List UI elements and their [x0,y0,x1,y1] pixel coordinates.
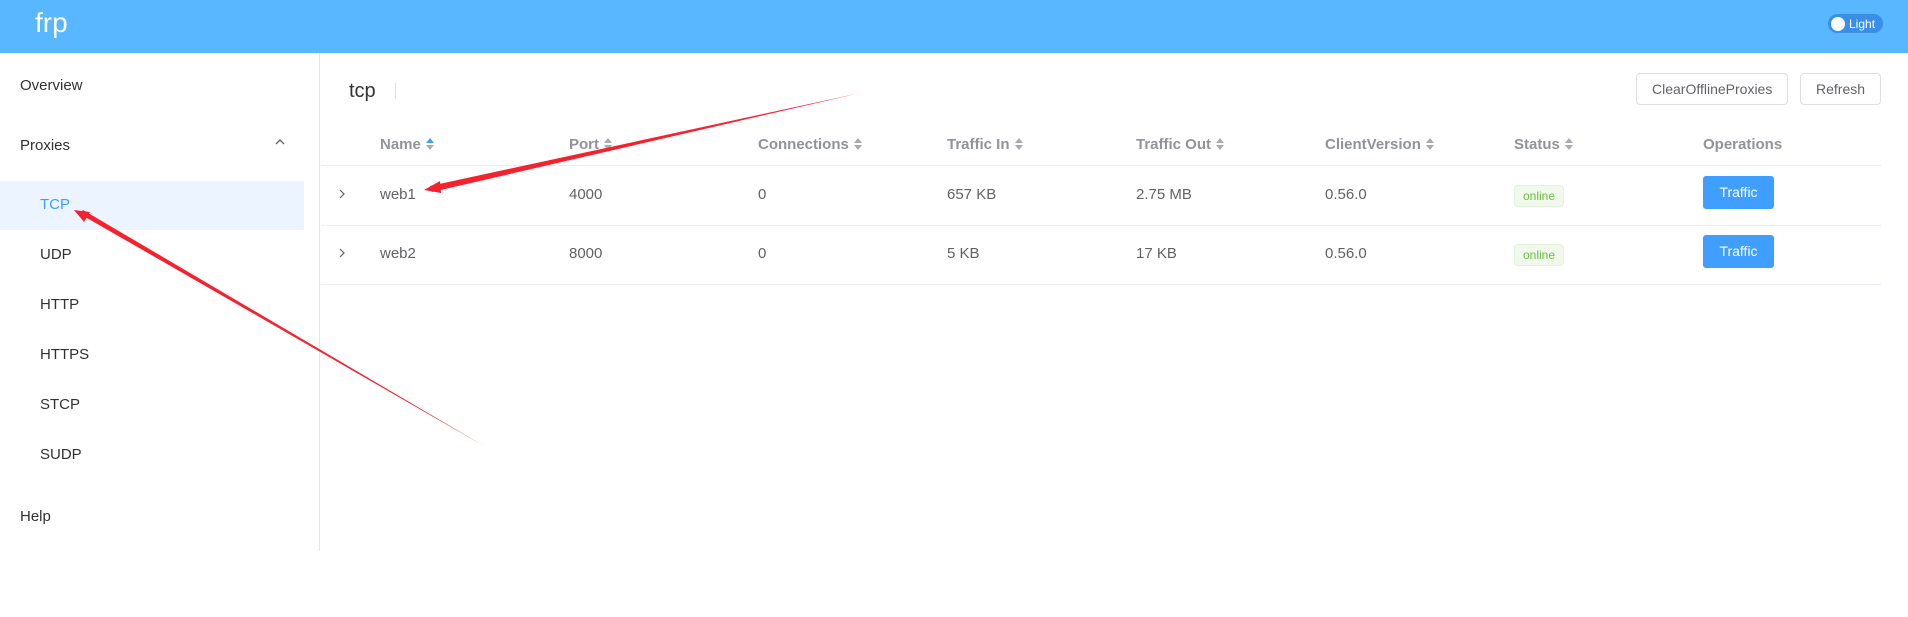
status-badge: online [1514,244,1565,266]
cell-name: web2 [380,245,416,262]
sort-caret-icon[interactable] [1425,137,1435,151]
cell-traffic-out: 2.75 MB [1136,186,1192,203]
sort-caret-icon[interactable] [1564,137,1574,151]
table-row[interactable]: web2 8000 0 5 KB 17 KB 0.56.0 online Tra… [321,225,1881,284]
status-badge: online [1514,185,1565,207]
sidebar-item-proxies[interactable]: Proxies [20,136,70,156]
sidebar-item-label: TCP [40,196,70,213]
sidebar-item-label: HTTPS [40,346,90,363]
sort-caret-icon[interactable] [1014,137,1024,151]
theme-toggle[interactable]: Light [1828,14,1883,33]
table-row[interactable]: web1 4000 0 657 KB 2.75 MB 0.56.0 online… [321,166,1881,225]
sidebar-item-sudp[interactable]: SUDP [0,431,304,480]
column-label: Port [569,136,599,153]
theme-toggle-knob [1831,17,1845,31]
sidebar-item-label: STCP [40,396,81,413]
clear-offline-proxies-button[interactable]: ClearOfflineProxies [1636,73,1788,105]
column-header-operations: Operations [1703,135,1782,155]
column-label: ClientVersion [1325,136,1421,153]
cell-traffic-in: 657 KB [947,186,997,203]
cell-connections: 0 [758,245,767,262]
chevron-right-icon[interactable] [336,247,348,259]
cell-port: 8000 [569,245,603,262]
chevron-up-icon[interactable] [273,135,287,149]
column-label: Status [1514,136,1560,153]
column-label: Traffic In [947,136,1010,153]
column-label: Name [380,136,421,153]
column-header-client-version[interactable]: ClientVersion [1325,135,1435,155]
cell-port: 4000 [569,186,603,203]
cell-traffic-in: 5 KB [947,245,980,262]
sidebar-item-help[interactable]: Help [20,507,51,527]
sidebar-item-tcp[interactable]: TCP [0,181,304,230]
sidebar-item-label: SUDP [40,446,82,463]
column-header-connections[interactable]: Connections [758,135,863,155]
sidebar-item-udp[interactable]: UDP [0,231,304,280]
column-label: Operations [1703,136,1783,153]
refresh-button[interactable]: Refresh [1800,73,1881,105]
title-divider [395,83,396,99]
cell-client-version: 0.56.0 [1325,186,1367,203]
sidebar-item-label: UDP [40,246,72,263]
sidebar-item-stcp[interactable]: STCP [0,381,304,430]
sort-caret-icon[interactable] [853,137,863,151]
table-divider [321,284,1881,285]
sort-caret-icon[interactable] [603,137,613,151]
column-header-status[interactable]: Status [1514,135,1574,155]
app-logo[interactable]: frp [35,6,68,40]
column-header-port[interactable]: Port [569,135,613,155]
column-label: Traffic Out [1136,136,1212,153]
top-header: frp Light [0,0,1908,53]
cell-traffic-out: 17 KB [1136,245,1177,262]
page-title: tcp [349,80,376,102]
cell-client-version: 0.56.0 [1325,245,1367,262]
column-label: Connections [758,136,849,153]
traffic-button[interactable]: Traffic [1703,176,1774,209]
chevron-right-icon[interactable] [336,188,348,200]
cell-connections: 0 [758,186,767,203]
sort-caret-icon[interactable] [1215,137,1225,151]
sidebar-item-http[interactable]: HTTP [0,281,304,330]
sidebar-item-overview[interactable]: Overview [20,76,83,96]
column-header-traffic-out[interactable]: Traffic Out [1136,135,1225,155]
sidebar-item-https[interactable]: HTTPS [0,331,304,380]
sidebar: Overview Proxies TCP UDP HTTP HTTPS STCP… [0,53,320,551]
sidebar-item-label: HTTP [40,296,80,313]
traffic-button[interactable]: Traffic [1703,235,1774,268]
column-header-name[interactable]: Name [380,135,435,155]
cell-name: web1 [380,186,416,203]
theme-toggle-label: Light [1849,17,1876,31]
column-header-traffic-in[interactable]: Traffic In [947,135,1024,155]
sort-caret-icon[interactable] [425,137,435,151]
